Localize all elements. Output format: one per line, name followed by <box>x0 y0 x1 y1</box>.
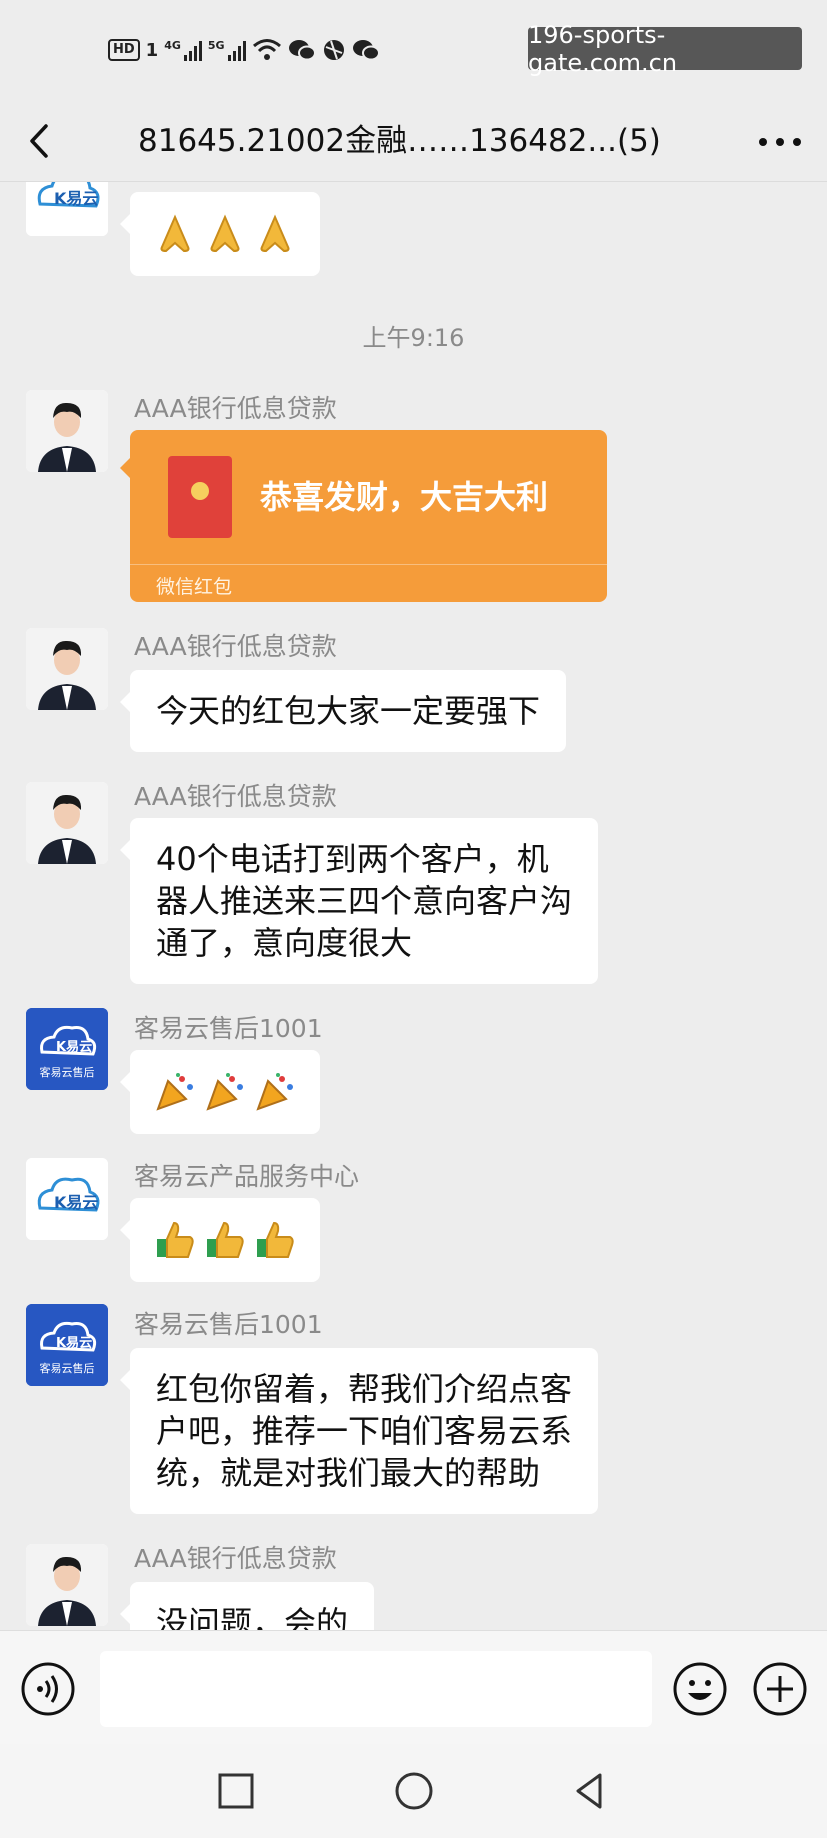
message-bubble-emoji[interactable] <box>120 1050 320 1134</box>
cloud-logo-icon: K易云 客易云售后 <box>26 1008 108 1090</box>
ball-icon <box>323 40 344 60</box>
plus-icon <box>753 1662 807 1716</box>
voice-button[interactable] <box>20 1661 76 1717</box>
message-bubble[interactable]: 红包你留着，帮我们介绍点客 户吧，推荐一下咱们客易云系 统，就是对我们最大的帮助 <box>119 1348 599 1514</box>
message-bubble[interactable]: 没问题，会的 <box>119 1582 375 1630</box>
message-text: 今天的红包大家一定要强下 <box>156 692 541 730</box>
red-packet-divider <box>130 564 607 565</box>
cloud-logo-icon: K易云 客易云售后 <box>26 1304 108 1386</box>
square-icon <box>218 1773 254 1809</box>
cloud-logo-icon: K易云 <box>26 1158 108 1240</box>
wechat-icon <box>288 40 316 61</box>
status-icons: HD 1 4G 5G <box>108 36 380 64</box>
recents-button[interactable] <box>214 1769 258 1813</box>
brand-text: K易云 <box>54 1193 98 1212</box>
avatar-kyiyun-service[interactable]: K易云 客易云售后 <box>26 1008 108 1090</box>
emoji-row <box>154 1068 296 1116</box>
sender-name: AAA银行低息贷款 <box>134 394 337 423</box>
wifi-icon <box>252 39 281 60</box>
message-text-line: 红包你留着，帮我们介绍点客 <box>156 1370 573 1408</box>
more-dots-icon <box>759 138 801 146</box>
cloud-logo-icon: K易云 <box>26 182 108 236</box>
brand-text: K易云 <box>56 1336 92 1351</box>
thumbs-up-icon <box>207 1221 244 1258</box>
system-nav-bar <box>0 1744 827 1838</box>
avatar-user[interactable] <box>26 628 108 710</box>
home-button[interactable] <box>392 1769 436 1813</box>
message-list[interactable]: K易云 上午9:16 AAA银行低息贷款 恭喜发财，大吉大利 微信红包 AAA银… <box>0 182 827 1630</box>
chevron-left-icon <box>30 124 48 158</box>
red-packet[interactable]: 恭喜发财，大吉大利 微信红包 <box>120 430 607 602</box>
back-button[interactable] <box>22 118 62 164</box>
sender-name: 客易云售后1001 <box>134 1310 323 1339</box>
message-bubble-emoji[interactable] <box>120 1198 320 1282</box>
voice-icon <box>21 1662 75 1716</box>
triangle-back-icon <box>576 1773 602 1809</box>
smiley-icon <box>673 1662 727 1716</box>
avatar-user[interactable] <box>26 1544 108 1626</box>
wechat-icon-2 <box>352 40 380 61</box>
status-bar: HD 1 4G 5G 196-sports-gate.com.cn <box>0 0 827 100</box>
message-text-line: 户吧，推荐一下咱们客易云系 <box>156 1412 573 1450</box>
chat-title: 81645.21002金融……136482...(5) <box>138 123 661 159</box>
message-bubble[interactable]: 今天的红包大家一定要强下 <box>119 670 567 752</box>
back-nav-button[interactable] <box>568 1769 612 1813</box>
folded-hands-icon <box>160 214 190 253</box>
message-text-line: 通了，意向度很大 <box>156 924 413 962</box>
signal-4g-icon: 4G <box>164 39 202 61</box>
avatar-kyiyun-service[interactable]: K易云 客易云售后 <box>26 1304 108 1386</box>
plus-button[interactable] <box>752 1661 808 1717</box>
avatar-kyiyun[interactable]: K易云 <box>26 182 108 236</box>
more-button[interactable] <box>755 124 805 160</box>
avatar-kyiyun[interactable]: K易云 <box>26 1158 108 1240</box>
message-bubble[interactable]: 40个电话打到两个客户，机 器人推送来三四个意向客户沟 通了，意向度很大 <box>119 818 599 984</box>
message-text-line: 40个电话打到两个客户，机 <box>156 840 549 878</box>
watermark: 196-sports-gate.com.cn <box>528 21 802 77</box>
sim-number: 1 <box>145 39 159 61</box>
chat-header: 81645.21002金融……136482...(5) <box>0 100 827 182</box>
brand-text: K易云 <box>54 189 98 208</box>
party-popper-icon <box>206 1073 243 1111</box>
person-avatar-icon <box>26 1544 108 1626</box>
message-text: 没问题，会的 <box>156 1604 349 1630</box>
sender-name: 客易云产品服务中心 <box>134 1162 360 1191</box>
sender-name: AAA银行低息贷款 <box>134 1544 337 1573</box>
brand-text: K易云 <box>56 1040 92 1055</box>
message-text-line: 器人推送来三四个意向客户沟 <box>156 882 573 920</box>
person-avatar-icon <box>26 782 108 864</box>
party-popper-icon <box>156 1073 193 1111</box>
party-popper-icon <box>256 1073 293 1111</box>
service-text: 客易云售后 <box>40 1361 95 1375</box>
sender-name: AAA银行低息贷款 <box>134 782 337 811</box>
message-text-line: 统，就是对我们最大的帮助 <box>156 1454 541 1492</box>
message-bubble-emoji[interactable] <box>120 192 320 276</box>
folded-hands-icon <box>260 214 290 253</box>
hd-badge: HD <box>108 39 140 61</box>
time-label: 上午9:16 <box>362 324 465 352</box>
person-avatar-icon <box>26 390 108 472</box>
avatar-user[interactable] <box>26 390 108 472</box>
input-bar <box>0 1630 827 1744</box>
message-input[interactable] <box>100 1651 652 1727</box>
thumbs-up-icon <box>157 1221 194 1258</box>
circle-icon <box>395 1772 433 1810</box>
service-text: 客易云售后 <box>40 1065 95 1079</box>
thumbs-up-icon <box>257 1221 294 1258</box>
folded-hands-icon <box>210 214 240 253</box>
red-envelope-icon <box>168 456 232 538</box>
net1-label: 4G <box>164 39 181 52</box>
avatar-user[interactable] <box>26 782 108 864</box>
emoji-row <box>154 1216 296 1264</box>
red-packet-text: 恭喜发财，大吉大利 <box>260 478 549 516</box>
emoji-row <box>154 210 296 258</box>
person-avatar-icon <box>26 628 108 710</box>
signal-5g-icon: 5G <box>208 39 246 61</box>
red-packet-label: 微信红包 <box>156 576 233 598</box>
sender-name: 客易云售后1001 <box>134 1014 323 1043</box>
emoji-button[interactable] <box>672 1661 728 1717</box>
net2-label: 5G <box>207 39 225 52</box>
sender-name: AAA银行低息贷款 <box>134 632 337 661</box>
